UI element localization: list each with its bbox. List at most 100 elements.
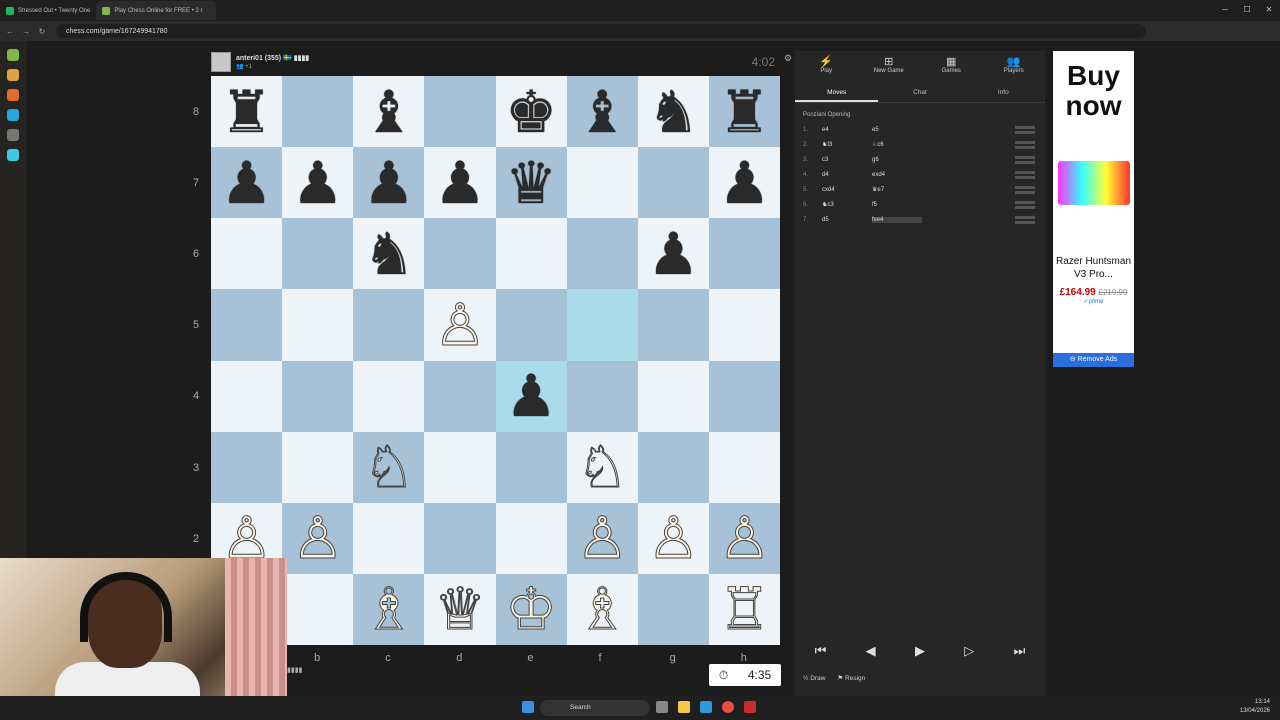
back-icon[interactable]: ← xyxy=(4,27,16,36)
piece-e8[interactable]: ♚ xyxy=(505,83,557,141)
white-move[interactable]: d5 xyxy=(822,217,872,223)
remove-ads-button[interactable]: ⊖ Remove Ads xyxy=(1053,353,1134,367)
piece-c8[interactable]: ♝ xyxy=(363,83,415,141)
avatar[interactable] xyxy=(211,52,231,72)
square-d5[interactable]: ♙ xyxy=(424,289,496,361)
square-d1[interactable]: ♕ xyxy=(424,573,496,645)
square-d8[interactable] xyxy=(424,76,496,148)
square-h4[interactable] xyxy=(708,360,780,432)
square-f8[interactable]: ♝ xyxy=(566,76,638,148)
taskbar-search[interactable]: Search xyxy=(540,700,650,716)
square-h5[interactable] xyxy=(708,289,780,361)
task-view-icon[interactable] xyxy=(656,701,668,713)
reload-icon[interactable]: ↻ xyxy=(36,27,48,36)
square-b3[interactable] xyxy=(282,431,354,503)
white-move[interactable]: d4 xyxy=(822,172,872,178)
square-h6[interactable] xyxy=(708,218,780,290)
draw-button[interactable]: ½ Draw xyxy=(803,675,825,682)
square-c7[interactable]: ♟ xyxy=(353,147,425,219)
square-e2[interactable] xyxy=(495,502,567,574)
white-move[interactable]: ♞c3 xyxy=(822,201,872,208)
piece-d5[interactable]: ♙ xyxy=(433,295,486,354)
square-c3[interactable]: ♘ xyxy=(353,431,425,503)
minimize-button[interactable]: ─ xyxy=(1214,0,1236,20)
black-move[interactable]: ♛e7 xyxy=(872,186,922,193)
piece-b7[interactable]: ♟ xyxy=(292,154,344,212)
black-move[interactable]: exd4 xyxy=(872,172,922,178)
square-e3[interactable] xyxy=(495,431,567,503)
square-f7[interactable] xyxy=(566,147,638,219)
square-b7[interactable]: ♟ xyxy=(282,147,354,219)
white-move[interactable]: ♞f3 xyxy=(822,141,872,148)
url-field[interactable]: chess.com/game/167249941780 xyxy=(56,24,1146,38)
square-a4[interactable] xyxy=(211,360,283,432)
piece-d7[interactable]: ♟ xyxy=(434,154,486,212)
close-button[interactable]: ✕ xyxy=(1258,0,1280,20)
square-b2[interactable]: ♙ xyxy=(282,502,354,574)
piece-f1[interactable]: ♗ xyxy=(576,580,629,639)
square-f1[interactable]: ♗ xyxy=(566,573,638,645)
white-move[interactable]: e4 xyxy=(822,127,872,133)
square-e8[interactable]: ♚ xyxy=(495,76,567,148)
chrome-icon[interactable] xyxy=(722,701,734,713)
tab-players[interactable]: 👥 Players xyxy=(983,51,1046,83)
square-h3[interactable] xyxy=(708,431,780,503)
square-c5[interactable] xyxy=(353,289,425,361)
square-f3[interactable]: ♘ xyxy=(566,431,638,503)
piece-h1[interactable]: ♖ xyxy=(718,580,771,639)
piece-f3[interactable]: ♘ xyxy=(576,438,629,497)
last-move-button[interactable]: ⏭ xyxy=(1014,643,1026,659)
piece-e1[interactable]: ♔ xyxy=(505,580,558,639)
square-e6[interactable] xyxy=(495,218,567,290)
square-d3[interactable] xyxy=(424,431,496,503)
system-tray[interactable]: 13:14 13/04/2026 xyxy=(1240,698,1270,716)
square-g4[interactable] xyxy=(637,360,709,432)
black-move[interactable]: fxe4 xyxy=(872,216,922,223)
square-b8[interactable] xyxy=(282,76,354,148)
app-icon[interactable] xyxy=(744,701,756,713)
square-h2[interactable]: ♙ xyxy=(708,502,780,574)
piece-f2[interactable]: ♙ xyxy=(576,509,629,568)
square-c8[interactable]: ♝ xyxy=(353,76,425,148)
chess-board[interactable]: ♜ ♝ ♚ ♝ ♞ ♜ ♟ ♟ ♟ ♟ ♛ ♟ ♞ ♟ ♙ ♟ ♘ ♘ ♙ ♙ ♙ ♙ ♙ ♗ ♕ ♔ ♗ ♖ xyxy=(211,76,780,645)
square-b5[interactable] xyxy=(282,289,354,361)
square-b4[interactable] xyxy=(282,360,354,432)
premium-icon[interactable] xyxy=(7,149,19,161)
piece-c3[interactable]: ♘ xyxy=(362,438,415,497)
maximize-button[interactable]: ☐ xyxy=(1236,0,1258,20)
piece-d1[interactable]: ♕ xyxy=(433,580,486,639)
black-move[interactable]: g6 xyxy=(872,157,922,163)
forward-icon[interactable]: → xyxy=(20,27,32,36)
piece-h8[interactable]: ♜ xyxy=(718,83,770,141)
piece-a7[interactable]: ♟ xyxy=(221,154,273,212)
black-move[interactable]: ♘c6 xyxy=(872,141,922,148)
piece-g2[interactable]: ♙ xyxy=(647,509,700,568)
square-g3[interactable] xyxy=(637,431,709,503)
square-a8[interactable]: ♜ xyxy=(211,76,283,148)
square-h1[interactable]: ♖ xyxy=(708,573,780,645)
square-d4[interactable] xyxy=(424,360,496,432)
white-move[interactable]: c3 xyxy=(822,157,872,163)
square-g8[interactable]: ♞ xyxy=(637,76,709,148)
puzzles-icon[interactable] xyxy=(7,89,19,101)
first-move-button[interactable]: ⏮ xyxy=(815,643,827,659)
windows-start-icon[interactable] xyxy=(522,701,534,713)
square-c4[interactable] xyxy=(353,360,425,432)
square-e5[interactable] xyxy=(495,289,567,361)
square-e4[interactable]: ♟ xyxy=(495,360,567,432)
next-move-button[interactable]: ▷ xyxy=(964,643,974,659)
square-g2[interactable]: ♙ xyxy=(637,502,709,574)
piece-c7[interactable]: ♟ xyxy=(363,154,415,212)
square-h8[interactable]: ♜ xyxy=(708,76,780,148)
square-c6[interactable]: ♞ xyxy=(353,218,425,290)
square-d7[interactable]: ♟ xyxy=(424,147,496,219)
square-g1[interactable] xyxy=(637,573,709,645)
piece-c1[interactable]: ♗ xyxy=(362,580,415,639)
player-name[interactable]: anteri01 (355) 🇸🇪 ▮▮▮▮ xyxy=(236,54,309,62)
square-a5[interactable] xyxy=(211,289,283,361)
square-f5[interactable] xyxy=(566,289,638,361)
square-d2[interactable] xyxy=(424,502,496,574)
edge-icon[interactable] xyxy=(700,701,712,713)
piece-g6[interactable]: ♟ xyxy=(647,225,699,283)
file-explorer-icon[interactable] xyxy=(678,701,690,713)
